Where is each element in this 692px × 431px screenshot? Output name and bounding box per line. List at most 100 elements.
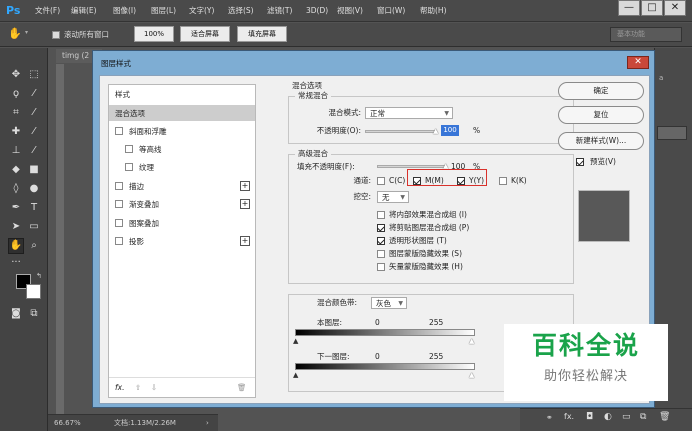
new-group-icon[interactable]: ▭ [622, 412, 631, 422]
link-layers-icon[interactable]: ⚭ [546, 413, 553, 422]
style-item-checkbox[interactable] [115, 127, 123, 135]
lasso-tool-icon[interactable]: ϙ [9, 87, 23, 101]
channel-k-checkbox[interactable] [499, 177, 507, 185]
magic-wand-icon[interactable]: ⁄ [27, 87, 41, 101]
channel-c-checkbox[interactable] [377, 177, 385, 185]
opacity-slider-handle[interactable]: ▲ [433, 127, 438, 135]
opacity-input[interactable]: 100 [441, 125, 459, 136]
path-selection-icon[interactable]: ➤ [9, 220, 23, 234]
menu-view[interactable]: 视图(V) [337, 5, 363, 17]
zoom-100-button[interactable]: 100% [134, 26, 174, 42]
style-item-checkbox[interactable] [125, 163, 133, 171]
style-item-4[interactable]: 纹理 [109, 159, 255, 175]
this-layer-black-handle[interactable]: ▲ [293, 337, 298, 345]
zoom-tool-icon[interactable]: ⌕ [27, 239, 41, 253]
blend-option-checkbox-5[interactable] [377, 263, 385, 271]
channel-y-checkbox[interactable] [457, 177, 465, 185]
menu-type[interactable]: 文字(Y) [189, 5, 214, 17]
opacity-slider-track[interactable] [365, 130, 437, 133]
blend-option-checkbox-2[interactable] [377, 224, 385, 232]
style-item-6[interactable]: 渐变叠加 + [109, 196, 255, 212]
style-item-2[interactable]: 斜面和浮雕 [109, 123, 255, 139]
healing-brush-icon[interactable]: ✚ [9, 125, 23, 139]
menu-file[interactable]: 文件(F) [35, 5, 60, 17]
maximize-button[interactable]: □ [641, 0, 663, 16]
new-layer-icon[interactable]: ⧉ [640, 412, 646, 422]
layer-thumbnail[interactable] [657, 126, 687, 140]
add-effect-icon[interactable]: + [240, 236, 250, 246]
style-item-3[interactable]: 等高线 [109, 141, 255, 157]
quick-mask-icon[interactable]: ◙ [9, 307, 23, 321]
status-arrow-icon[interactable]: › [206, 415, 209, 431]
shape-tool-icon[interactable]: ▭ [27, 220, 41, 234]
dialog-close-button[interactable]: ✕ [627, 56, 649, 69]
blend-mode-select[interactable]: 正常 ▼ [365, 107, 453, 119]
this-layer-white-handle[interactable]: ▲ [469, 337, 474, 345]
style-item-checkbox[interactable] [115, 182, 123, 190]
menu-help[interactable]: 帮助(H) [420, 5, 447, 17]
menu-window[interactable]: 窗口(W) [377, 5, 405, 17]
style-item-checkbox[interactable] [115, 237, 123, 245]
workspace-select[interactable]: 基本功能 [610, 27, 682, 42]
more-tools-icon[interactable]: ··· [9, 256, 23, 270]
style-item-checkbox[interactable] [115, 200, 123, 208]
pen-tool-icon[interactable]: ✒ [9, 201, 23, 215]
close-app-button[interactable]: ✕ [664, 0, 686, 16]
style-item-checkbox[interactable] [125, 145, 133, 153]
screen-mode-icon[interactable]: ⧉ [27, 307, 41, 321]
history-brush-icon[interactable]: ⁄ [27, 144, 41, 158]
fit-screen-button[interactable]: 适合屏幕 [180, 26, 230, 42]
blur-tool-icon[interactable]: ◊ [9, 182, 23, 196]
menu-image[interactable]: 图像(I) [113, 5, 136, 17]
add-effect-icon[interactable]: + [240, 181, 250, 191]
menu-select[interactable]: 选择(S) [228, 5, 254, 17]
knockout-select[interactable]: 无 ▼ [377, 191, 409, 203]
fill-screen-button[interactable]: 填充屏幕 [237, 26, 287, 42]
underlying-black-handle[interactable]: ▲ [293, 371, 298, 379]
blend-option-checkbox-3[interactable] [377, 237, 385, 245]
menu-layer[interactable]: 图层(L) [151, 5, 176, 17]
style-item-checkbox[interactable] [115, 219, 123, 227]
new-style-button[interactable]: 新建样式(W)... [558, 132, 644, 150]
eraser-icon[interactable]: ◆ [9, 163, 23, 177]
delete-effect-icon[interactable]: 🗑 [237, 382, 247, 393]
style-item-7[interactable]: 图案叠加 [109, 215, 255, 231]
swap-colors-icon[interactable]: ↰ [36, 272, 42, 280]
delete-layer-icon[interactable]: 🗑 [659, 412, 670, 422]
this-layer-gradient[interactable] [295, 329, 475, 336]
move-up-icon[interactable]: ⇧ [135, 382, 141, 393]
chevron-down-icon[interactable]: ▾ [25, 29, 28, 36]
channel-m-checkbox[interactable] [413, 177, 421, 185]
type-tool-icon[interactable]: T [27, 201, 41, 215]
blend-option-checkbox-4[interactable] [377, 250, 385, 258]
hand-tool-active-icon[interactable]: ✋ [8, 238, 24, 254]
minimize-button[interactable]: — [618, 0, 640, 16]
preview-checkbox[interactable] [576, 158, 584, 166]
underlying-layer-gradient[interactable] [295, 363, 475, 370]
background-color-swatch[interactable] [26, 284, 41, 299]
crop-tool-icon[interactable]: ⌗ [9, 106, 23, 120]
scroll-all-checkbox[interactable] [52, 31, 60, 39]
hand-tool-icon[interactable]: ✋ [8, 27, 22, 41]
underlying-white-handle[interactable]: ▲ [469, 371, 474, 379]
fill-slider-track[interactable] [377, 165, 447, 168]
move-tool-icon[interactable]: ✥ [9, 68, 23, 82]
blend-if-select[interactable]: 灰色 ▼ [371, 297, 407, 309]
style-item-1[interactable]: 混合选项 [109, 105, 255, 121]
blend-option-checkbox-1[interactable] [377, 211, 385, 219]
add-mask-icon[interactable]: ◘ [586, 412, 593, 422]
style-item-5[interactable]: 描边 + [109, 178, 255, 194]
menu-edit[interactable]: 编辑(E) [71, 5, 97, 17]
gradient-tool-icon[interactable]: ■ [27, 163, 41, 177]
add-effect-icon[interactable]: + [240, 199, 250, 209]
menu-filter[interactable]: 滤镜(T) [267, 5, 292, 17]
adjustment-layer-icon[interactable]: ◐ [604, 412, 612, 422]
move-down-icon[interactable]: ⇩ [151, 382, 157, 393]
eyedropper-icon[interactable]: ⁄ [27, 106, 41, 120]
menu-3d[interactable]: 3D(D) [306, 5, 328, 17]
style-item-8[interactable]: 投影 + [109, 233, 255, 249]
clone-stamp-icon[interactable]: ⊥ [9, 144, 23, 158]
marquee-tool-icon[interactable]: ⬚ [27, 68, 41, 82]
reset-button[interactable]: 复位 [558, 106, 644, 124]
brush-tool-icon[interactable]: ⁄ [27, 125, 41, 139]
